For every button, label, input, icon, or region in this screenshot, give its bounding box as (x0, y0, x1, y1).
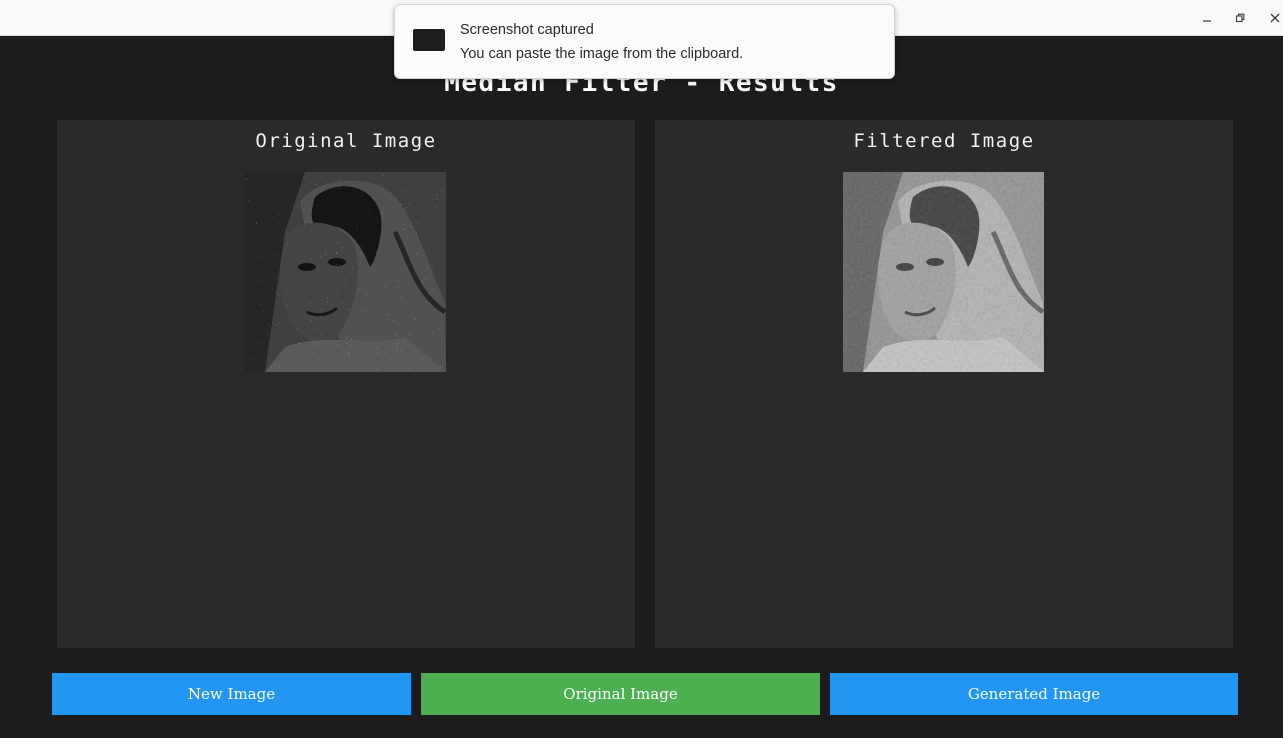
restore-icon[interactable] (1229, 8, 1251, 28)
noisy-portrait-image (245, 172, 446, 372)
original-image-title: Original Image (255, 130, 437, 152)
original-image-panel: Original Image (57, 120, 635, 648)
original-image-button[interactable]: Original Image (421, 673, 820, 715)
filtered-image-title: Filtered Image (853, 130, 1035, 152)
notification-body: You can paste the image from the clipboa… (460, 46, 744, 62)
screenshot-notification[interactable]: Screenshot captured You can paste the im… (394, 4, 895, 79)
generated-image-button[interactable]: Generated Image (830, 673, 1238, 715)
filtered-portrait-image (843, 172, 1044, 372)
notification-title: Screenshot captured (460, 22, 594, 38)
screenshot-thumbnail-icon (413, 29, 445, 51)
filtered-image-panel: Filtered Image (655, 120, 1233, 648)
new-image-button[interactable]: New Image (52, 673, 411, 715)
minimize-icon[interactable] (1196, 8, 1218, 28)
close-icon[interactable] (1264, 8, 1283, 28)
